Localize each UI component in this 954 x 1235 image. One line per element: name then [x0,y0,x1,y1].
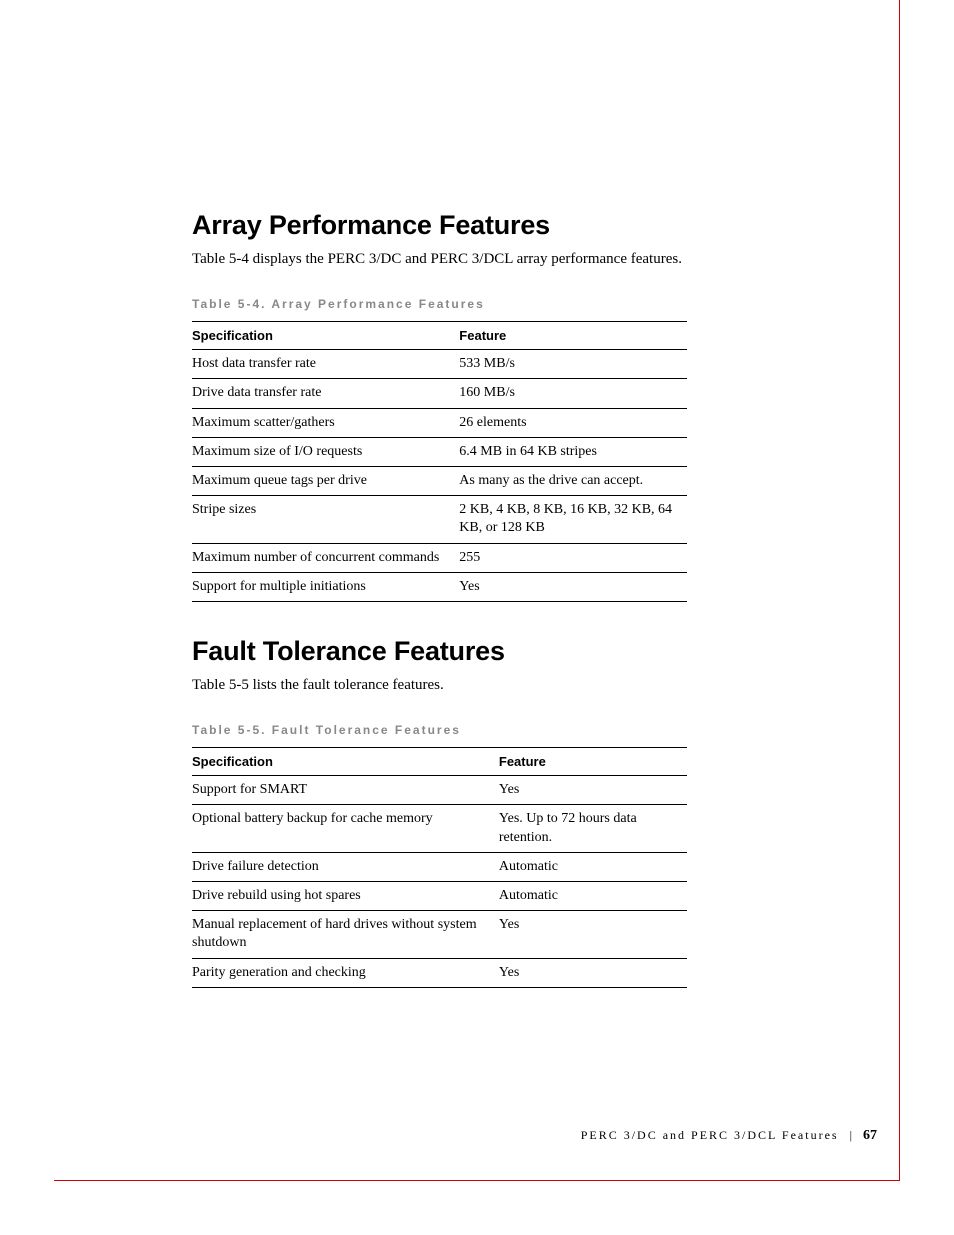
cell-spec: Manual replacement of hard drives withou… [192,911,499,958]
cell-spec: Maximum scatter/gathers [192,408,459,437]
th-feature: Feature [499,748,687,776]
table-row: Stripe sizes2 KB, 4 KB, 8 KB, 16 KB, 32 … [192,496,687,543]
th-feature: Feature [459,322,687,350]
table-caption-5-4: Table 5-4. Array Performance Features [192,297,779,311]
cell-spec: Drive failure detection [192,852,499,881]
cell-feat: Yes [459,572,687,601]
table-row: Maximum queue tags per driveAs many as t… [192,467,687,496]
cell-feat: 160 MB/s [459,379,687,408]
cell-spec: Host data transfer rate [192,350,459,379]
table-5-4: Specification Feature Host data transfer… [192,321,687,602]
cell-feat: Yes [499,911,687,958]
cell-feat: Yes. Up to 72 hours data retention. [499,805,687,852]
table-row: Support for multiple initiationsYes [192,572,687,601]
cell-spec: Drive rebuild using hot spares [192,881,499,910]
footer-separator: | [850,1128,852,1142]
table-row: Drive failure detectionAutomatic [192,852,687,881]
cell-spec: Maximum number of concurrent commands [192,543,459,572]
cell-spec: Support for multiple initiations [192,572,459,601]
cell-spec: Optional battery backup for cache memory [192,805,499,852]
cell-feat: Automatic [499,881,687,910]
intro-fault-tolerance: Table 5-5 lists the fault tolerance feat… [192,675,712,695]
footer-title: PERC 3/DC and PERC 3/DCL Features [581,1128,839,1142]
page-number: 67 [863,1128,877,1143]
cell-feat: Yes [499,958,687,987]
heading-fault-tolerance: Fault Tolerance Features [192,636,779,667]
table-row: Maximum scatter/gathers26 elements [192,408,687,437]
cell-feat: As many as the drive can accept. [459,467,687,496]
cell-feat: 533 MB/s [459,350,687,379]
cell-feat: 255 [459,543,687,572]
table-row: Host data transfer rate533 MB/s [192,350,687,379]
table-5-5: Specification Feature Support for SMARTY… [192,747,687,988]
table-caption-5-5: Table 5-5. Fault Tolerance Features [192,723,779,737]
page: Array Performance Features Table 5-4 dis… [54,0,900,1181]
cell-spec: Stripe sizes [192,496,459,543]
table-row: Drive rebuild using hot sparesAutomatic [192,881,687,910]
th-specification: Specification [192,748,499,776]
cell-feat: 6.4 MB in 64 KB stripes [459,437,687,466]
table-row: Maximum number of concurrent commands255 [192,543,687,572]
cell-spec: Parity generation and checking [192,958,499,987]
cell-spec: Maximum size of I/O requests [192,437,459,466]
th-specification: Specification [192,322,459,350]
cell-spec: Drive data transfer rate [192,379,459,408]
page-footer: PERC 3/DC and PERC 3/DCL Features | 67 [581,1128,877,1144]
cell-spec: Maximum queue tags per drive [192,467,459,496]
intro-array-performance: Table 5-4 displays the PERC 3/DC and PER… [192,249,712,269]
table-row: Maximum size of I/O requests6.4 MB in 64… [192,437,687,466]
table-row: Optional battery backup for cache memory… [192,805,687,852]
table-row: Support for SMARTYes [192,776,687,805]
table-row: Parity generation and checkingYes [192,958,687,987]
cell-feat: Automatic [499,852,687,881]
table-row: Drive data transfer rate160 MB/s [192,379,687,408]
cell-feat: 2 KB, 4 KB, 8 KB, 16 KB, 32 KB, 64 KB, o… [459,496,687,543]
cell-feat: Yes [499,776,687,805]
heading-array-performance: Array Performance Features [192,210,779,241]
cell-spec: Support for SMART [192,776,499,805]
table-row: Manual replacement of hard drives withou… [192,911,687,958]
cell-feat: 26 elements [459,408,687,437]
